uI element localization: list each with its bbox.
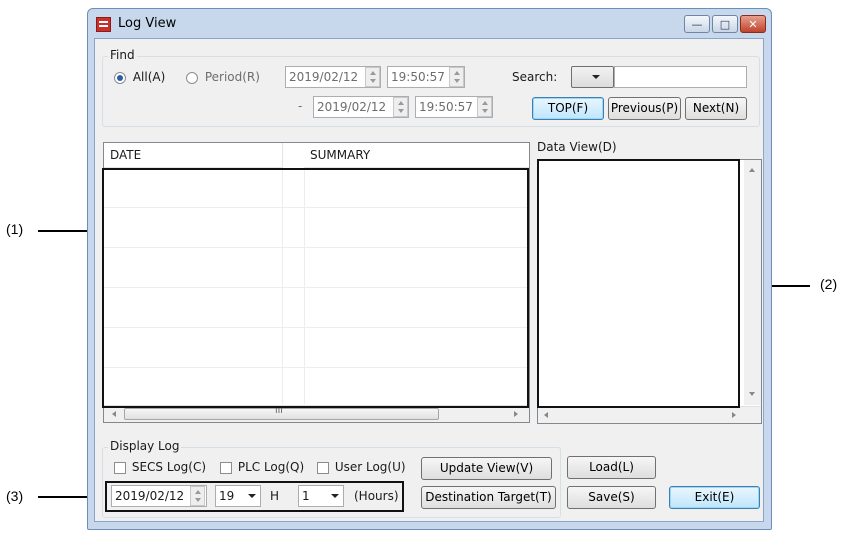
data-view-hscrollbar[interactable] — [538, 406, 761, 423]
user-log-check-indicator[interactable] — [317, 461, 329, 474]
search-type-dropdown[interactable] — [571, 66, 614, 88]
maximize-button[interactable]: □ — [712, 15, 738, 33]
highlight-box-1 — [102, 168, 529, 408]
column-header-summary[interactable]: SUMMARY — [304, 143, 529, 168]
all-radio[interactable]: All(A) — [114, 70, 165, 84]
close-button[interactable]: ✕ — [740, 15, 766, 33]
plc-log-label: PLC Log(Q) — [237, 460, 305, 474]
from-time-value: 19:50:57 — [391, 70, 445, 84]
column-header-date[interactable]: DATE — [104, 143, 282, 168]
plc-log-checkbox[interactable]: PLC Log(Q) — [220, 460, 304, 474]
exit-button[interactable]: Exit(E) — [669, 486, 760, 509]
callout-3: (3) — [6, 488, 24, 504]
update-view-button[interactable]: Update View(V) — [421, 457, 552, 480]
chevron-down-icon — [592, 75, 600, 79]
window-title: Log View — [118, 16, 177, 31]
data-view-vscrollbar[interactable] — [744, 160, 761, 405]
search-label: Search: — [512, 70, 558, 84]
plc-log-check-indicator[interactable] — [220, 461, 232, 474]
load-button[interactable]: Load(L) — [567, 456, 656, 479]
all-radio-indicator[interactable] — [114, 71, 126, 84]
app-icon — [96, 17, 111, 32]
data-view-label: Data View(D) — [537, 140, 617, 154]
to-date-value: 2019/02/12 — [317, 100, 387, 114]
period-radio-label: Period(R) — [204, 70, 260, 84]
callout-1-arrow-line — [38, 230, 91, 232]
secs-log-label: SECS Log(C) — [131, 460, 207, 474]
previous-button[interactable]: Previous(P) — [608, 97, 681, 120]
scroll-left-icon[interactable] — [544, 412, 548, 418]
secs-log-check-indicator[interactable] — [114, 461, 126, 474]
all-radio-label: All(A) — [132, 70, 166, 84]
from-date-value: 2019/02/12 — [289, 70, 359, 84]
from-date-spinner[interactable] — [365, 67, 380, 87]
secs-log-checkbox[interactable]: SECS Log(C) — [114, 460, 206, 474]
period-dash: - — [298, 99, 303, 113]
user-log-label: User Log(U) — [334, 460, 406, 474]
column-separator[interactable] — [282, 143, 283, 168]
period-radio[interactable]: Period(R) — [186, 70, 260, 84]
scroll-right-icon[interactable] — [514, 411, 518, 417]
scroll-right-icon[interactable] — [732, 412, 736, 418]
callout-1: (1) — [6, 221, 24, 237]
scroll-left-icon[interactable] — [112, 411, 116, 417]
callout-3-arrow-line — [38, 496, 91, 498]
top-button[interactable]: TOP(F) — [532, 97, 604, 120]
title-bar[interactable]: Log View — □ ✕ — [88, 9, 771, 39]
hscroll-thumb[interactable]: III — [124, 406, 439, 420]
highlight-box-3 — [105, 481, 404, 512]
from-time-spinner[interactable] — [449, 67, 464, 87]
destination-target-button[interactable]: Destination Target(T) — [421, 486, 556, 509]
next-button[interactable]: Next(N) — [685, 97, 747, 120]
save-button[interactable]: Save(S) — [567, 486, 656, 509]
to-time-spinner[interactable] — [477, 97, 492, 117]
to-time-value: 19:50:57 — [419, 100, 473, 114]
period-radio-indicator[interactable] — [186, 71, 198, 84]
to-date-spinner[interactable] — [393, 97, 408, 117]
highlight-box-2 — [537, 159, 740, 408]
user-log-checkbox[interactable]: User Log(U) — [317, 460, 406, 474]
search-input[interactable] — [614, 66, 747, 88]
scroll-up-icon[interactable] — [749, 168, 755, 172]
callout-2: (2) — [820, 276, 838, 292]
scroll-down-icon[interactable] — [749, 392, 755, 396]
display-log-group-label: Display Log — [108, 439, 182, 453]
find-group-label: Find — [108, 48, 137, 62]
minimize-button[interactable]: — — [684, 15, 710, 33]
